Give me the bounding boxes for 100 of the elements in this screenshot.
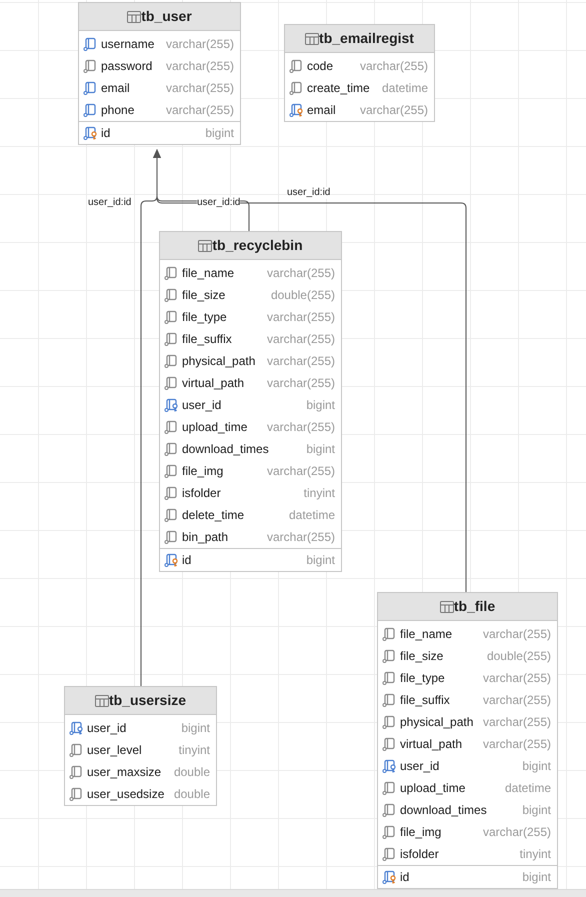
column-type: varchar(255) (266, 331, 335, 348)
column-type: double (172, 786, 210, 803)
column-type: tinyint (302, 485, 335, 502)
column-name: email (307, 102, 336, 119)
column-name: file_type (182, 309, 227, 326)
column-name: isfolder (182, 485, 221, 502)
column-name: download_times (400, 802, 487, 819)
table-icon (440, 600, 454, 612)
table-name: tb_recyclebin (212, 236, 303, 255)
column-type: bigint (305, 397, 335, 414)
column-name: virtual_path (400, 736, 462, 753)
table-node[interactable]: tb_usersize user_id bigint user_level tinyint user_maxsize double user_usedsize double (64, 686, 217, 806)
table-node[interactable]: tb_emailregist code varchar(255) create_time datetime email varchar(255) (284, 24, 435, 122)
column-name: username (101, 36, 154, 53)
column-type: bigint (305, 441, 335, 458)
key-column-icon (83, 126, 97, 140)
relation-label: user_id:id (197, 197, 240, 209)
column-name: user_maxsize (87, 764, 162, 781)
column-icon (83, 103, 97, 117)
column-type: varchar(255) (164, 102, 234, 119)
table-icon (94, 694, 109, 706)
column-icon (164, 310, 178, 324)
column-type: varchar(255) (482, 736, 551, 753)
column-name: file_type (400, 670, 445, 687)
column-type: varchar(255) (358, 102, 428, 119)
column-type: varchar(255) (358, 58, 428, 75)
table-icon (127, 10, 142, 22)
column-icon (289, 81, 303, 95)
column-icon (382, 825, 396, 839)
column-type: datetime (380, 80, 428, 97)
column-icon (382, 803, 396, 817)
column-name: virtual_path (182, 375, 244, 392)
column-type: varchar(255) (266, 353, 335, 370)
column-type: varchar(255) (482, 692, 551, 709)
table-node[interactable]: tb_user username varchar(255) password varchar(255) email varchar(255) phone varchar(255) id bigint (78, 2, 241, 145)
column-icon (83, 81, 97, 95)
table-icon (305, 32, 320, 44)
column-type: varchar(255) (164, 36, 234, 53)
column-type: tinyint (518, 846, 551, 863)
column-icon (164, 530, 178, 544)
column-icon (164, 354, 178, 368)
column-name: phone (101, 102, 134, 119)
key-column-icon (382, 870, 396, 884)
column-name: delete_time (182, 507, 244, 524)
column-icon (164, 376, 178, 390)
column-type: datetime (288, 507, 335, 524)
column-type: double(255) (270, 287, 335, 304)
column-icon (83, 59, 97, 73)
column-name: create_time (307, 80, 370, 97)
column-name: user_id (182, 397, 222, 414)
key-column-icon (289, 103, 303, 117)
column-name: file_img (182, 463, 224, 480)
column-name: user_level (87, 742, 142, 759)
key-column-icon (382, 759, 396, 773)
column-name: file_img (400, 824, 442, 841)
table-node[interactable] (159, 231, 342, 572)
column-icon (164, 288, 178, 302)
column-icon (382, 649, 396, 663)
column-name: file_size (400, 648, 444, 665)
column-type: varchar(255) (266, 529, 335, 546)
key-column-icon (164, 553, 178, 567)
column-type: datetime (504, 780, 551, 797)
table-node[interactable] (377, 592, 558, 889)
key-column-icon (69, 721, 83, 735)
column-name: id (101, 125, 110, 142)
column-icon (164, 442, 178, 456)
column-name: isfolder (400, 846, 439, 863)
column-icon (382, 627, 396, 641)
column-type: bigint (521, 802, 551, 819)
column-icon (164, 486, 178, 500)
column-name: file_name (182, 265, 234, 282)
table-icon (198, 240, 212, 252)
column-name: physical_path (182, 353, 256, 370)
horizontal-scrollbar[interactable] (0, 889, 586, 897)
column-name: email (101, 80, 130, 97)
column-name: bin_path (182, 529, 228, 546)
column-icon (289, 59, 303, 73)
column-icon (382, 693, 396, 707)
table-name: tb_user (141, 7, 192, 26)
column-type: tinyint (178, 742, 210, 759)
column-icon (164, 266, 178, 280)
column-icon (164, 508, 178, 522)
column-type: varchar(255) (482, 626, 551, 643)
column-name: id (400, 869, 410, 886)
column-type: varchar(255) (266, 419, 335, 436)
table-name: tb_emailregist (319, 29, 414, 48)
column-type: bigint (204, 125, 234, 142)
column-type: double(255) (486, 648, 551, 665)
relation-label: user_id:id (88, 197, 132, 209)
column-icon (382, 847, 396, 861)
column-type: bigint (180, 720, 210, 737)
column-type: varchar(255) (482, 670, 551, 687)
column-type: bigint (521, 758, 551, 775)
column-icon (382, 671, 396, 685)
column-name: password (101, 58, 152, 75)
column-type: double (172, 764, 210, 781)
column-name: physical_path (400, 714, 474, 731)
column-icon (69, 787, 83, 801)
column-icon (164, 332, 178, 346)
column-name: file_size (182, 287, 226, 304)
